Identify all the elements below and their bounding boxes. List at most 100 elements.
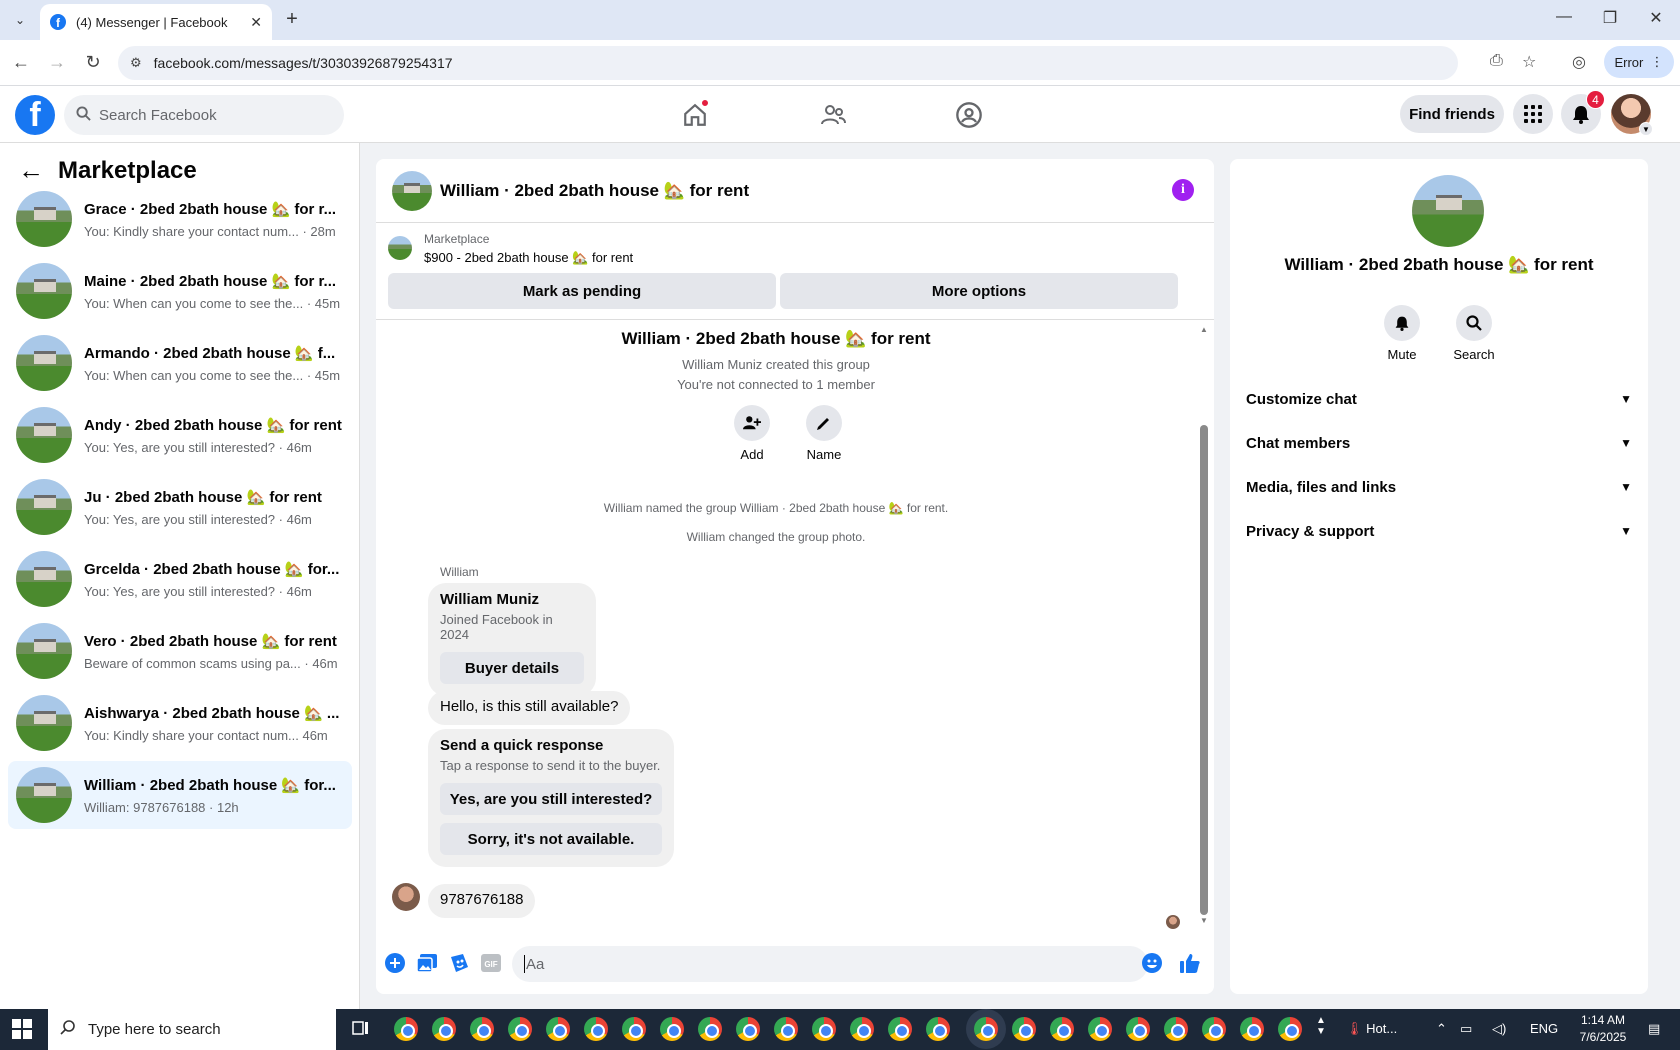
group-photo-large[interactable]	[1412, 175, 1484, 247]
account-avatar[interactable]: ▼	[1611, 94, 1653, 136]
message-input[interactable]: Aa	[512, 946, 1148, 982]
quick-response-sorry-button[interactable]: Sorry, it's not available.	[440, 823, 662, 855]
message-thread[interactable]: William · 2bed 2bath house 🏡 for rent Wi…	[376, 321, 1214, 931]
volume-icon[interactable]: ◁)	[1492, 1021, 1506, 1037]
show-hidden-icons[interactable]: ⌃	[1436, 1021, 1447, 1037]
chat-members-section[interactable]: Chat members ▼	[1246, 423, 1632, 463]
conversation-item[interactable]: Grace · 2bed 2bath house 🏡 for r... You: …	[8, 185, 352, 253]
facebook-search-input[interactable]: Search Facebook	[64, 95, 344, 135]
conversation-item[interactable]: Maine · 2bed 2bath house 🏡 for r... You: …	[8, 257, 352, 325]
profile-error-button[interactable]: Error ⋮	[1604, 46, 1674, 78]
chrome-taskbar-icon[interactable]	[660, 1017, 684, 1041]
chrome-taskbar-icon[interactable]	[1012, 1017, 1036, 1041]
scrollbar-thumb[interactable]	[1200, 425, 1208, 915]
search-in-conversation-button[interactable]: Search	[1444, 305, 1504, 362]
task-view-icon[interactable]	[352, 1019, 370, 1040]
tab-close-icon[interactable]: ✕	[250, 14, 262, 31]
chrome-taskbar-icon[interactable]	[1202, 1017, 1226, 1041]
chrome-taskbar-icon-active[interactable]	[974, 1017, 998, 1041]
mute-button[interactable]: Mute	[1372, 305, 1432, 362]
chrome-taskbar-icon[interactable]	[736, 1017, 760, 1041]
chrome-taskbar-icon[interactable]	[1240, 1017, 1264, 1041]
customize-chat-section[interactable]: Customize chat ▼	[1246, 379, 1632, 419]
tab-search-button[interactable]: ⌄	[8, 8, 32, 32]
friends-nav-icon[interactable]	[813, 98, 853, 132]
plus-icon[interactable]	[384, 952, 406, 974]
groups-nav-icon[interactable]	[949, 98, 989, 132]
conversation-item[interactable]: Ju · 2bed 2bath house 🏡 for rent You: Yes…	[8, 473, 352, 541]
chrome-taskbar-icon[interactable]	[432, 1017, 456, 1041]
group-photo[interactable]	[392, 170, 432, 211]
more-options-button[interactable]: More options	[780, 273, 1178, 309]
sender-avatar[interactable]	[392, 883, 420, 911]
minimize-button[interactable]: —	[1554, 8, 1574, 26]
scroll-down-icon[interactable]: ▼	[1200, 916, 1208, 925]
taskbar-clock[interactable]: 1:14 AM 7/6/2025	[1568, 1012, 1638, 1046]
close-window-button[interactable]: ✕	[1646, 8, 1666, 28]
chrome-taskbar-icon[interactable]	[546, 1017, 570, 1041]
menu-grid-icon[interactable]	[1513, 94, 1553, 134]
chrome-taskbar-icon[interactable]	[470, 1017, 494, 1041]
taskbar-search-input[interactable]: Type here to search	[48, 1009, 336, 1050]
message-bubble[interactable]: 9787676188	[428, 884, 536, 918]
windows-start-icon[interactable]	[12, 1019, 32, 1039]
emoji-icon[interactable]	[1141, 952, 1163, 974]
chrome-taskbar-icon[interactable]	[584, 1017, 608, 1041]
bookmark-star-icon[interactable]: ☆	[1522, 52, 1536, 72]
install-app-icon[interactable]: ⎙	[1490, 52, 1503, 70]
address-bar[interactable]: ⚙ facebook.com/messages/t/30303926879254…	[118, 46, 1458, 80]
find-friends-button[interactable]: Find friends	[1400, 95, 1504, 133]
conversation-item[interactable]: Aishwarya · 2bed 2bath house 🏡 ... You: K…	[8, 689, 352, 757]
forward-button[interactable]: →	[46, 52, 68, 73]
scroll-up-icon[interactable]: ▲	[1200, 325, 1208, 334]
taskbar-overflow-icon[interactable]: ▲ ▼	[1316, 1015, 1326, 1037]
chrome-taskbar-icon[interactable]	[812, 1017, 836, 1041]
chrome-taskbar-icon[interactable]	[698, 1017, 722, 1041]
reload-button[interactable]: ↻	[82, 52, 104, 73]
chrome-taskbar-icon[interactable]	[1278, 1017, 1302, 1041]
chrome-taskbar-icon[interactable]	[508, 1017, 532, 1041]
notification-center-icon[interactable]: ▤	[1648, 1021, 1660, 1037]
gif-icon[interactable]: GIF	[480, 952, 502, 974]
profile-icon[interactable]: ◎	[1572, 52, 1586, 72]
add-member-button[interactable]: Add	[722, 405, 782, 462]
restore-button[interactable]: ❐	[1600, 8, 1620, 28]
network-icon[interactable]: ▭	[1460, 1021, 1472, 1037]
back-button[interactable]: ←	[10, 52, 32, 73]
conversation-item[interactable]: Grcelda · 2bed 2bath house 🏡 for... You: …	[8, 545, 352, 613]
conversation-item[interactable]: Andy · 2bed 2bath house 🏡 for rent You: Y…	[8, 401, 352, 469]
quick-response-yes-button[interactable]: Yes, are you still interested?	[440, 783, 662, 815]
thumbs-up-icon[interactable]	[1179, 952, 1201, 974]
privacy-support-section[interactable]: Privacy & support ▼	[1246, 511, 1632, 551]
rename-group-button[interactable]: Name	[794, 405, 854, 462]
photo-icon[interactable]	[416, 952, 438, 974]
facebook-logo-icon[interactable]: f	[15, 95, 55, 135]
chrome-taskbar-icon[interactable]	[394, 1017, 418, 1041]
browser-tab[interactable]: f (4) Messenger | Facebook ✕	[40, 4, 272, 40]
listing-thumbnail[interactable]	[388, 236, 412, 260]
sticker-icon[interactable]	[448, 952, 470, 974]
mark-as-pending-button[interactable]: Mark as pending	[388, 273, 776, 309]
conversation-item[interactable]: Vero · 2bed 2bath house 🏡 for rent Beware…	[8, 617, 352, 685]
buyer-details-button[interactable]: Buyer details	[440, 652, 584, 684]
chrome-taskbar-icon[interactable]	[850, 1017, 874, 1041]
site-info-icon[interactable]: ⚙	[130, 55, 142, 71]
message-bubble[interactable]: Hello, is this still available?	[428, 691, 631, 725]
new-tab-button[interactable]: +	[280, 8, 304, 31]
chrome-taskbar-icon[interactable]	[888, 1017, 912, 1041]
conversation-item[interactable]: Armando · 2bed 2bath house 🏡 f... You: Wh…	[8, 329, 352, 397]
language-indicator[interactable]: ENG	[1530, 1021, 1558, 1036]
chrome-taskbar-icon[interactable]	[1088, 1017, 1112, 1041]
chrome-taskbar-icon[interactable]	[622, 1017, 646, 1041]
listing-title[interactable]: $900 - 2bed 2bath house 🏡 for rent	[424, 250, 633, 266]
conversation-item-active[interactable]: William · 2bed 2bath house 🏡 for... Willi…	[8, 761, 352, 829]
chrome-taskbar-icon[interactable]	[1126, 1017, 1150, 1041]
media-files-links-section[interactable]: Media, files and links ▼	[1246, 467, 1632, 507]
info-icon[interactable]: i	[1172, 179, 1194, 201]
notifications-bell-icon[interactable]: 4	[1561, 90, 1605, 134]
back-arrow-icon[interactable]: ←	[18, 155, 44, 186]
home-nav-icon[interactable]	[675, 98, 715, 132]
chrome-taskbar-icon[interactable]	[1050, 1017, 1074, 1041]
weather-widget[interactable]: 🌡 Hot...	[1346, 1021, 1397, 1037]
chrome-taskbar-icon[interactable]	[774, 1017, 798, 1041]
